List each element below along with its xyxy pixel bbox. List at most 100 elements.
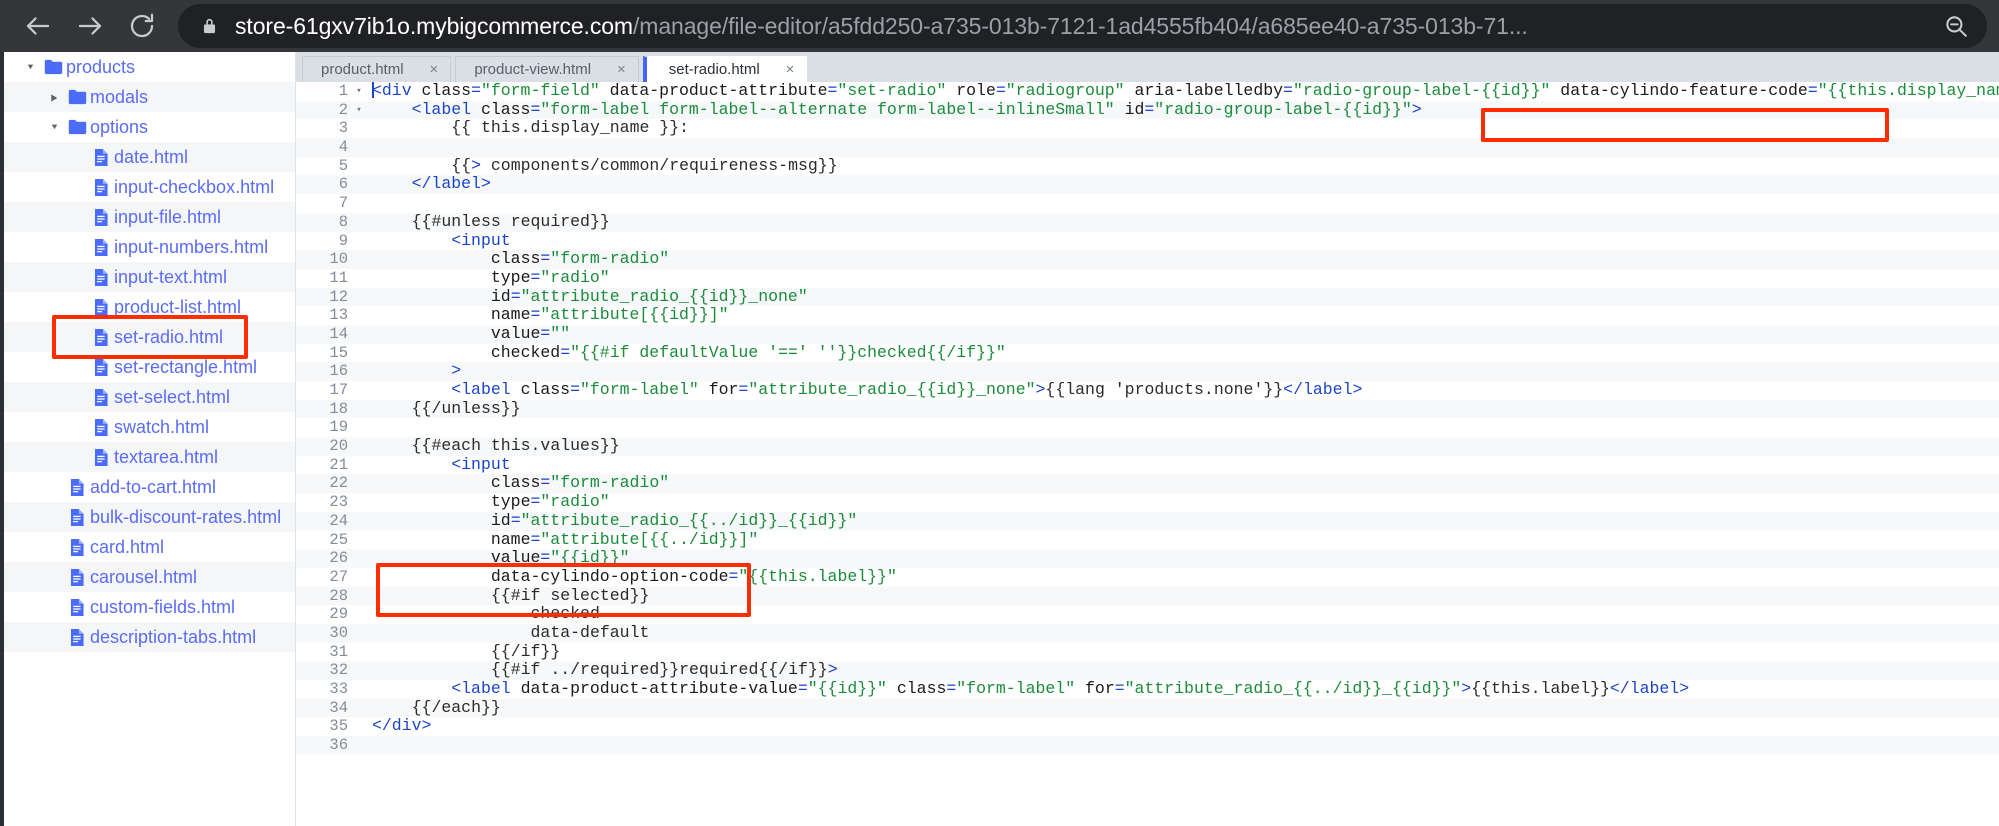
tree-item-products[interactable]: products (0, 52, 295, 82)
code-line[interactable]: 17 <label class="form-label" for="attrib… (296, 381, 1999, 400)
code-line[interactable]: 6 </label> (296, 175, 1999, 195)
code-line[interactable]: 23 type="radio" (296, 493, 1999, 512)
tree-item-date-html[interactable]: date.html (0, 142, 295, 172)
editor-tab-bar[interactable]: product.html × product-view.html × set-radio… (296, 52, 1999, 82)
code-line[interactable]: 2 ▾ <label class="form-label form-label--… (296, 100, 1999, 120)
tree-item-description-tabs-html[interactable]: description-tabs.html (0, 622, 295, 652)
tree-item-input-file-html[interactable]: input-file.html (0, 202, 295, 232)
file-tree-sidebar[interactable]: products modals options date.html input-chec… (0, 52, 296, 826)
forward-button[interactable] (64, 0, 116, 52)
tree-item-set-rectangle-html[interactable]: set-rectangle.html (0, 352, 295, 382)
code-line[interactable]: 11 type="radio" (296, 269, 1999, 288)
tree-item-card-html[interactable]: card.html (0, 532, 295, 562)
tree-item-carousel-html[interactable]: carousel.html (0, 562, 295, 592)
line-number: 1 (338, 82, 348, 100)
back-button[interactable] (12, 0, 64, 52)
code-line[interactable]: 16 > (296, 362, 1999, 381)
code-line[interactable]: 1 ▾ <div class="form-field" data-product-a… (296, 82, 1999, 101)
code-line[interactable]: 15 checked="{{#if defaultValue '==' ''}}… (296, 344, 1999, 363)
code-line[interactable]: 32 {{#if ../required}}required{{/if}}> (296, 661, 1999, 680)
editor-tab-label: product-view.html (474, 61, 592, 78)
lock-icon (200, 15, 219, 37)
code-line[interactable]: 10 class="form-radio" (296, 250, 1999, 269)
editor-tab-label: product.html (321, 61, 404, 78)
tree-item-custom-fields-html[interactable]: custom-fields.html (0, 592, 295, 622)
code-line[interactable]: 24 id="attribute_radio_{{../id}}_{{id}}" (296, 511, 1999, 531)
code-line[interactable]: 30 data-default (296, 623, 1999, 643)
tree-item-product-list-html[interactable]: product-list.html (0, 292, 295, 322)
editor-tab-label: set-radio.html (668, 61, 760, 78)
code-line[interactable]: 25 name="attribute[{{../id}}]" (296, 531, 1999, 550)
reload-button[interactable] (116, 0, 168, 52)
editor-tab-product-html[interactable]: product.html × (302, 56, 452, 82)
line-number: 11 (329, 268, 348, 287)
tree-item-label: options (90, 116, 149, 137)
code-line[interactable]: 28 {{#if selected}} (296, 586, 1999, 606)
code-line[interactable]: 13 name="attribute[{{id}}]" (296, 306, 1999, 325)
tree-item-label: product-list.html (114, 296, 242, 317)
code-line[interactable]: 8 {{#unless required}} (296, 212, 1999, 232)
folder-icon (40, 59, 66, 75)
file-icon (88, 358, 114, 377)
chevron-down-icon[interactable] (20, 61, 40, 73)
close-icon[interactable]: × (786, 61, 795, 78)
line-number: 19 (329, 418, 348, 437)
code-line[interactable]: 22 class="form-radio" (296, 474, 1999, 494)
tree-item-modals[interactable]: modals (0, 82, 295, 112)
code-line[interactable]: 7 (296, 194, 1999, 213)
fold-toggle-icon[interactable]: ▾ (352, 101, 366, 120)
tree-item-input-numbers-html[interactable]: input-numbers.html (0, 232, 295, 262)
line-number: 18 (329, 399, 348, 418)
code-line[interactable]: 34 {{/each}} (296, 698, 1999, 718)
tree-item-textarea-html[interactable]: textarea.html (0, 442, 295, 472)
close-icon[interactable]: × (430, 61, 439, 78)
code-line[interactable]: 20 {{#each this.values}} (296, 437, 1999, 456)
code-line[interactable]: 12 id="attribute_radio_{{id}}_none" (296, 287, 1999, 307)
line-number: 2 (338, 100, 348, 119)
chevron-right-icon[interactable] (44, 91, 64, 104)
tree-item-input-text-html[interactable]: input-text.html (0, 262, 295, 292)
code-line[interactable]: 19 (296, 418, 1999, 437)
code-line[interactable]: 31 {{/if}} (296, 643, 1999, 662)
line-number: 7 (338, 194, 348, 213)
tree-item-label: input-text.html (114, 266, 228, 287)
code-line-text: data-default (530, 623, 650, 642)
file-icon (64, 508, 90, 527)
code-line-text: {{#each this.values}} (411, 437, 620, 456)
code-line[interactable]: 4 (296, 138, 1999, 157)
reload-icon (127, 11, 157, 41)
tree-item-add-to-cart-html[interactable]: add-to-cart.html (0, 472, 295, 502)
chevron-down-icon[interactable] (44, 121, 64, 133)
tree-item-set-radio-html[interactable]: set-radio.html (0, 322, 295, 352)
code-line[interactable]: 21 <input (296, 456, 1999, 475)
code-line[interactable]: 29 checked (296, 605, 1999, 624)
editor-tab-set-radio-html[interactable]: set-radio.html × (642, 56, 808, 82)
tree-item-swatch-html[interactable]: swatch.html (0, 412, 295, 442)
address-bar[interactable]: store-61gxv7ib1o.mybigcommerce.com/manag… (178, 4, 1987, 48)
code-line[interactable]: 35 </div> (296, 717, 1999, 736)
code-lines[interactable]: 1 ▾ <div class="form-field" data-product-a… (296, 82, 1999, 755)
code-area[interactable]: 1 ▾ <div class="form-field" data-product-a… (296, 82, 1999, 826)
code-line[interactable]: 33 <label data-product-attribute-value="… (296, 680, 1999, 699)
close-icon[interactable]: × (617, 61, 626, 78)
zoom-out-icon[interactable] (1943, 13, 1969, 39)
tree-item-set-select-html[interactable]: set-select.html (0, 382, 295, 412)
code-line[interactable]: 27 data-cylindo-option-code="{{this.labe… (296, 568, 1999, 587)
line-number: 33 (329, 680, 348, 698)
code-line[interactable]: 5 {{> components/common/requireness-msg}… (296, 157, 1999, 176)
code-line[interactable]: 36 (296, 736, 1999, 755)
line-number: 8 (338, 212, 348, 231)
code-line[interactable]: 9 <input (296, 232, 1999, 251)
tree-item-options[interactable]: options (0, 112, 295, 142)
editor-tab-product-view-html[interactable]: product-view.html × (455, 56, 639, 82)
tree-item-bulk-discount-rates-html[interactable]: bulk-discount-rates.html (0, 502, 295, 532)
code-line-text: {{/unless}} (411, 399, 521, 418)
code-line[interactable]: 14 value="" (296, 324, 1999, 344)
code-line[interactable]: 26 value="{{id}}" (296, 549, 1999, 568)
code-line-text: {{/if}} (490, 642, 561, 661)
file-tree[interactable]: products modals options date.html input-chec… (0, 52, 295, 652)
code-line[interactable]: 3 {{ this.display_name }}: (296, 119, 1999, 138)
code-line[interactable]: 18 {{/unless}} (296, 399, 1999, 419)
fold-toggle-icon[interactable]: ▾ (352, 82, 366, 101)
tree-item-input-checkbox-html[interactable]: input-checkbox.html (0, 172, 295, 202)
